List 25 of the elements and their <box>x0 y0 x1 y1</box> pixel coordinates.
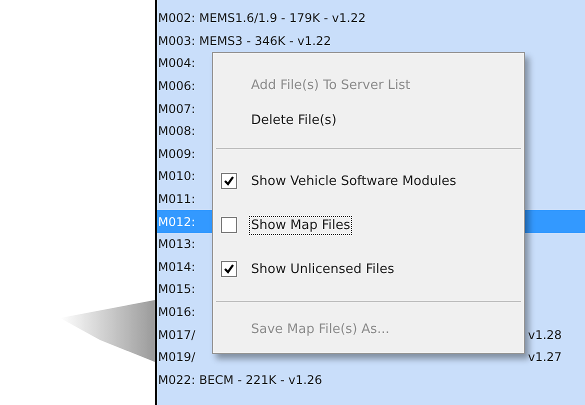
file-list-item[interactable]: M011: <box>158 192 196 206</box>
file-list-item[interactable]: M017/ <box>158 328 196 342</box>
file-list-item[interactable]: M014: <box>158 260 196 274</box>
file-list-item[interactable]: M006: <box>158 79 196 94</box>
file-list-item[interactable]: M019/ <box>158 350 196 364</box>
file-list-item[interactable]: M010: <box>158 169 196 184</box>
menu-item[interactable]: Delete File(s) <box>249 111 339 130</box>
file-list-item[interactable]: M003: MEMS3 - 346K - v1.22 <box>158 34 332 48</box>
file-list-item[interactable]: M015: <box>158 282 196 296</box>
file-list-item[interactable]: M008: <box>158 124 196 138</box>
checkbox[interactable] <box>221 217 237 233</box>
version-text: v1.27 <box>528 350 562 364</box>
file-list-item[interactable]: M016: <box>158 305 196 320</box>
file-list-item[interactable]: M004: <box>158 56 196 70</box>
file-list-item[interactable]: M022: BECM - 221K - v1.26 <box>158 372 322 387</box>
version-text: v1.28 <box>528 328 562 342</box>
checkbox-label[interactable]: Show Unlicensed Files <box>249 260 396 278</box>
file-list-item[interactable]: M013: <box>158 237 196 252</box>
file-list-item[interactable]: M002: MEMS1.6/1.9 - 179K - v1.22 <box>158 11 366 26</box>
checkbox-label[interactable]: Show Vehicle Software Modules <box>249 172 458 190</box>
file-list-item[interactable]: M009: <box>158 146 196 161</box>
checkbox-label[interactable]: Show Map Files <box>249 216 352 234</box>
file-list-item[interactable]: M007: <box>158 102 196 116</box>
checkbox[interactable] <box>221 173 237 189</box>
checkbox[interactable] <box>221 261 237 277</box>
